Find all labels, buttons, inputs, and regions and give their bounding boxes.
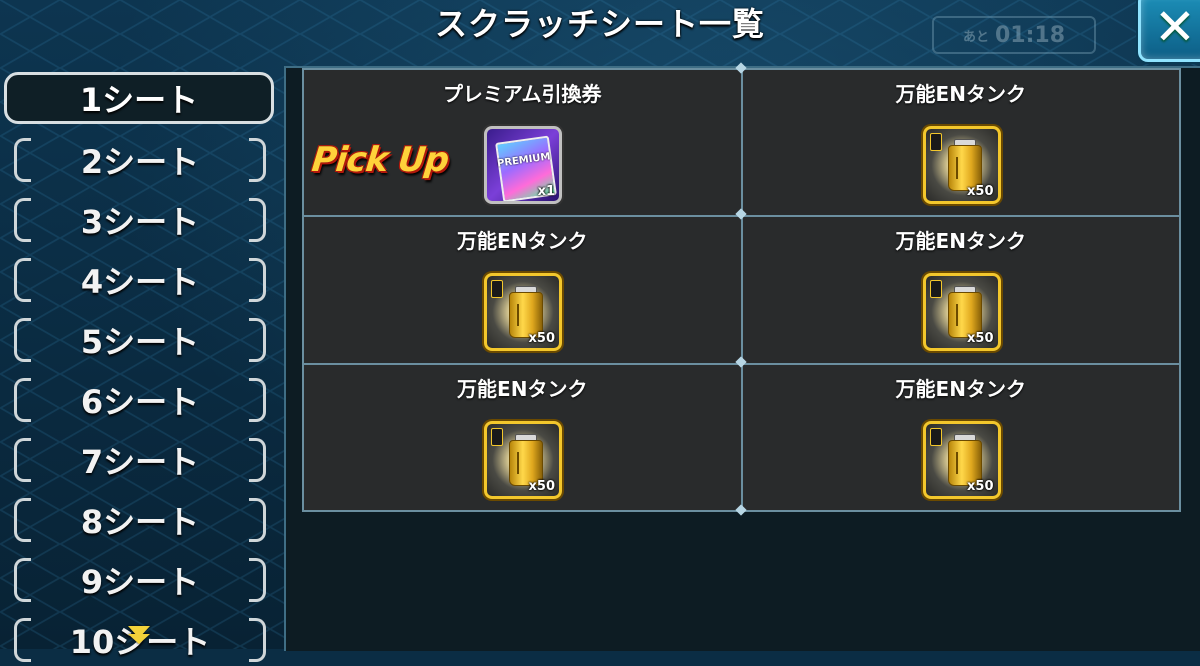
prize-name: 万能ENタンク	[895, 82, 1026, 106]
tank-lines-graphic	[517, 451, 529, 474]
prize-name: 万能ENタンク	[895, 229, 1026, 254]
sheet-tab-2[interactable]: 2シート	[14, 134, 266, 186]
sheet-tab-5[interactable]: 5シート	[14, 314, 266, 366]
sheet-tab-7[interactable]: 7シート	[14, 434, 266, 486]
prize-quantity: x50	[967, 478, 994, 494]
scroll-down-icon[interactable]	[128, 626, 150, 644]
prize-quantity: x50	[967, 331, 994, 347]
rarity-badge-icon	[491, 427, 503, 446]
en-tank-icon: x50	[922, 420, 1001, 499]
rarity-badge-icon	[929, 133, 942, 151]
tank-lines-graphic	[517, 304, 529, 327]
prize-quantity: x50	[528, 478, 555, 494]
prize-grid: プレミアム引換券 Pick Up PREMIUM x1 万能ENタンク x50 …	[302, 68, 1181, 512]
prize-name: 万能ENタンク	[457, 376, 588, 401]
prize-cell[interactable]: 万能ENタンク x50	[742, 217, 1179, 363]
prize-cell[interactable]: 万能ENタンク x50	[304, 364, 741, 510]
rarity-badge-icon	[491, 280, 503, 299]
page-title: スクラッチシート一覧	[434, 5, 765, 43]
prize-cell[interactable]: 万能ENタンク x50	[304, 217, 741, 363]
rarity-badge-icon	[929, 427, 942, 446]
sheet-tab-3[interactable]: 3シート	[14, 194, 266, 246]
rarity-badge-icon	[929, 280, 942, 299]
premium-ticket-icon: PREMIUM x1	[484, 126, 562, 204]
prize-quantity: x50	[967, 184, 994, 199]
prize-cell[interactable]: 万能ENタンク x50	[742, 364, 1179, 510]
tank-lines-graphic	[955, 451, 968, 474]
pickup-label: Pick Up	[309, 140, 451, 180]
tank-lines-graphic	[955, 157, 968, 179]
sheet-tab-8[interactable]: 8シート	[14, 494, 266, 546]
en-tank-icon: x50	[922, 273, 1001, 352]
prize-quantity: x50	[528, 331, 555, 347]
en-tank-icon: x50	[922, 126, 1001, 204]
sheet-tab-6[interactable]: 6シート	[14, 374, 266, 426]
prize-cell[interactable]: プレミアム引換券 Pick Up PREMIUM x1	[304, 70, 741, 216]
close-button[interactable]: ✕	[1138, 0, 1200, 62]
en-tank-icon: x50	[484, 420, 562, 499]
sheet-tab-4[interactable]: 4シート	[14, 254, 266, 306]
sheet-tab-1[interactable]: 1シート	[4, 72, 274, 124]
prize-name: 万能ENタンク	[895, 376, 1026, 401]
sheet-tab-9[interactable]: 9シート	[14, 554, 266, 606]
prize-cell[interactable]: 万能ENタンク x50	[742, 70, 1179, 216]
prize-name: 万能ENタンク	[457, 229, 588, 254]
prize-name: プレミアム引換券	[442, 82, 602, 106]
sheet-sidebar: 1シート 2シート 3シート 4シート 5シート 6シート 7シート 8シート …	[0, 66, 284, 662]
prize-quantity: x1	[537, 184, 555, 199]
en-tank-icon: x50	[484, 273, 562, 352]
close-icon: ✕	[1154, 0, 1196, 56]
tank-lines-graphic	[955, 304, 968, 327]
